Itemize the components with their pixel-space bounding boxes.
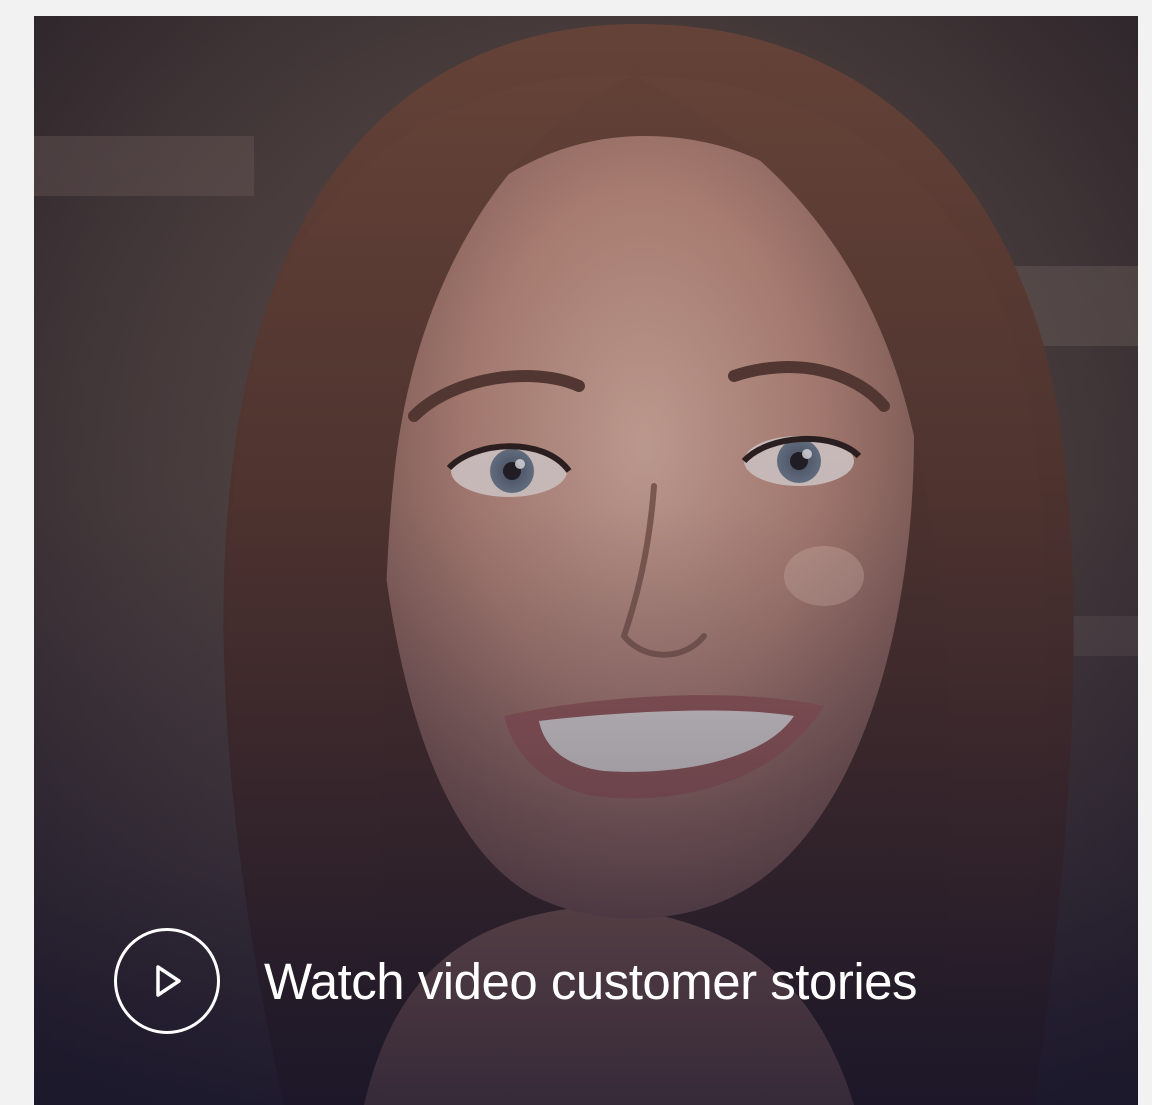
play-button[interactable] xyxy=(114,928,220,1034)
page: Watch video customer stories xyxy=(0,0,1152,1105)
watch-video-label[interactable]: Watch video customer stories xyxy=(264,952,918,1011)
video-card[interactable]: Watch video customer stories xyxy=(34,16,1138,1105)
play-icon xyxy=(147,961,187,1001)
watch-video-link[interactable]: Watch video customer stories xyxy=(114,928,918,1034)
